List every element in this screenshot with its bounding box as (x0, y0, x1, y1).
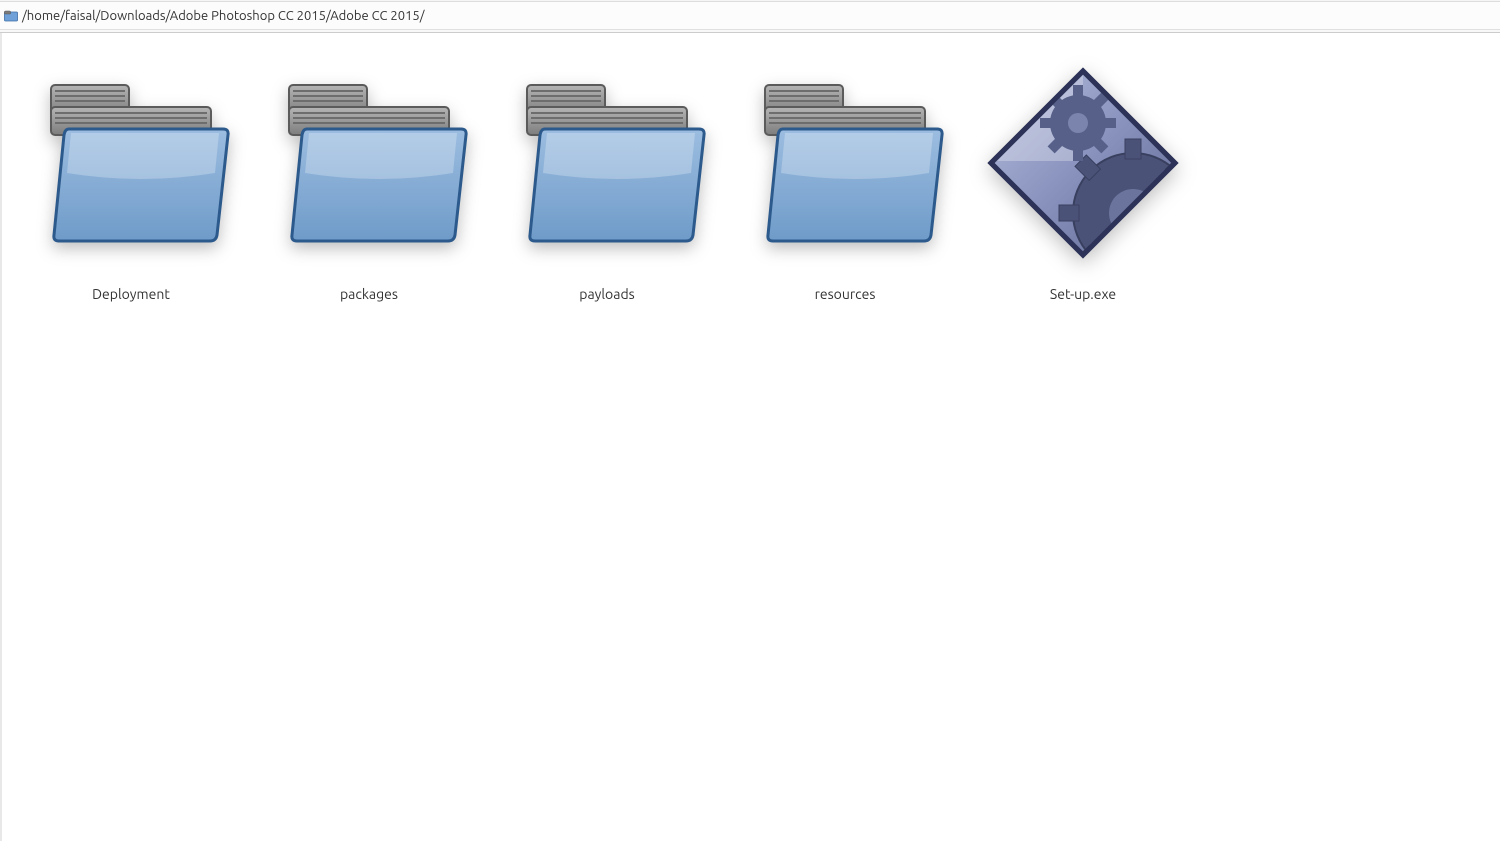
executable-icon (978, 58, 1188, 268)
file-label: resources (815, 286, 876, 302)
file-label: payloads (579, 286, 634, 302)
file-item-folder[interactable]: packages (250, 53, 488, 836)
address-path: /home/faisal/Downloads/Adobe Photoshop C… (22, 9, 425, 23)
file-label: Deployment (92, 286, 170, 302)
file-label: Set-up.exe (1050, 286, 1116, 302)
folder-icon (264, 58, 474, 268)
file-icon-view[interactable]: Deployment (0, 33, 1500, 841)
folder-icon (740, 58, 950, 268)
folder-icon (502, 58, 712, 268)
file-item-folder[interactable]: payloads (488, 53, 726, 836)
file-item-folder[interactable]: Deployment (12, 53, 250, 836)
file-label: packages (340, 286, 398, 302)
file-item-folder[interactable]: resources (726, 53, 964, 836)
folder-small-icon (4, 9, 18, 23)
address-bar[interactable]: /home/faisal/Downloads/Adobe Photoshop C… (0, 2, 1500, 30)
folder-icon (26, 58, 236, 268)
file-item-executable[interactable]: Set-up.exe (964, 53, 1202, 836)
